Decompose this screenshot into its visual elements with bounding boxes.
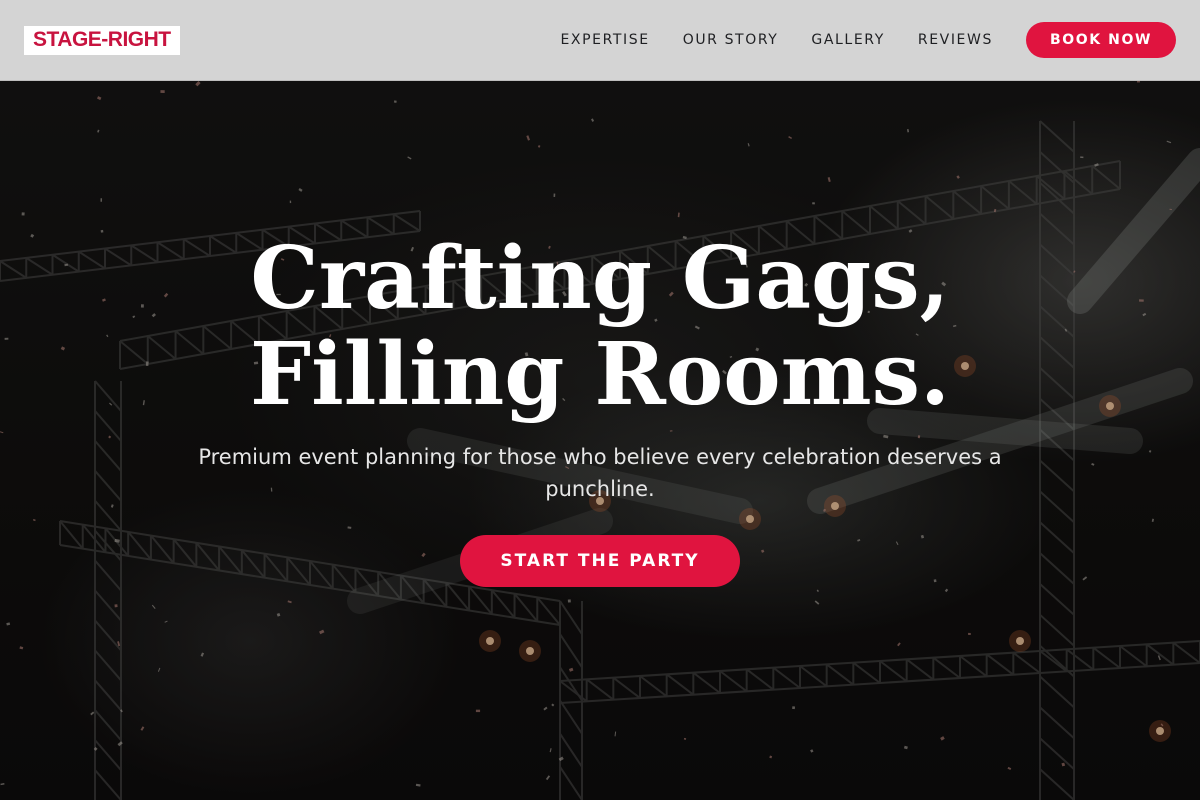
book-now-button[interactable]: BOOK NOW: [1025, 22, 1176, 58]
start-the-party-button[interactable]: START THE PARTY: [460, 535, 740, 587]
nav-item-gallery[interactable]: GALLERY: [811, 32, 884, 48]
nav-item-expertise[interactable]: EXPERTISE: [560, 32, 649, 48]
site-header: STAGE-RIGHT EXPERTISE OUR STORY GALLERY …: [0, 0, 1200, 81]
logo[interactable]: STAGE-RIGHT: [24, 25, 180, 55]
main-nav: EXPERTISE OUR STORY GALLERY REVIEWS BOOK…: [560, 22, 1176, 58]
hero-title-line-1: Crafting Gags,: [250, 228, 950, 329]
hero-content: Crafting Gags, Filling Rooms. Premium ev…: [0, 81, 1200, 800]
hero-subtitle: Premium event planning for those who bel…: [198, 445, 1002, 501]
hero-title: Crafting Gags, Filling Rooms.: [250, 231, 950, 423]
nav-item-our-story[interactable]: OUR STORY: [683, 32, 779, 48]
hero-section: Crafting Gags, Filling Rooms. Premium ev…: [0, 81, 1200, 800]
hero-title-line-2: Filling Rooms.: [250, 324, 950, 425]
nav-item-reviews[interactable]: REVIEWS: [918, 32, 993, 48]
